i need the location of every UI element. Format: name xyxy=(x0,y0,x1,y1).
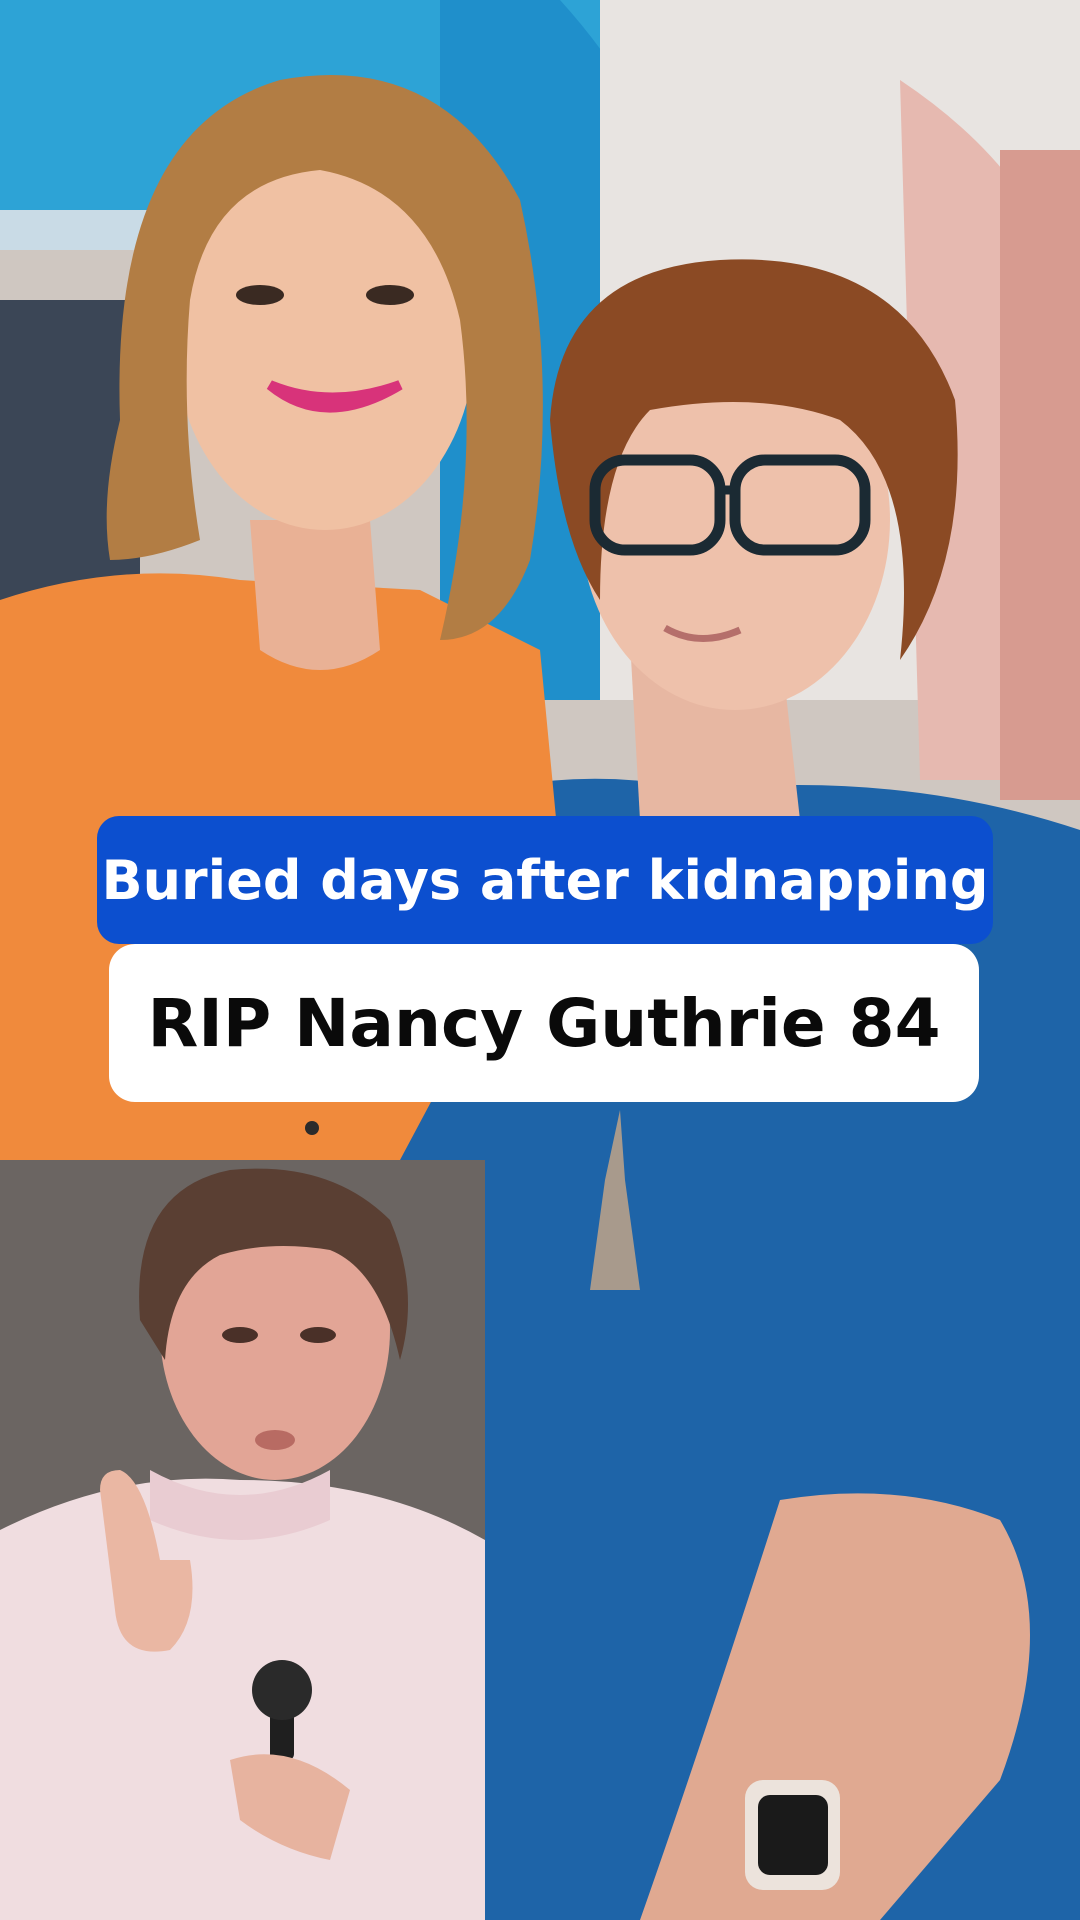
caption-subheadline: RIP Nancy Guthrie 84 xyxy=(109,944,979,1102)
caption-headline: Buried days after kidnapping xyxy=(97,816,993,944)
